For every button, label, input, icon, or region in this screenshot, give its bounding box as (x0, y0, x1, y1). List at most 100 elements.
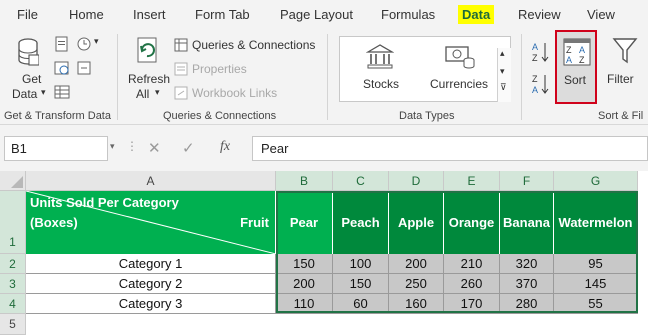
name-box[interactable]: B1 (4, 136, 108, 161)
fruit-header-peach[interactable]: Peach (333, 191, 389, 254)
menu-form-tab[interactable]: Form Tab (195, 7, 250, 22)
value-cell[interactable]: 200 (389, 254, 444, 274)
chevron-down-icon[interactable]: ▾ (500, 66, 505, 77)
chevron-down-icon: ▾ (155, 87, 160, 97)
cell-a1[interactable]: Units Sold Per Category (Boxes) Fruit (26, 191, 276, 254)
chevron-down-icon: ▾ (94, 36, 99, 46)
column-header-a[interactable]: A (26, 171, 276, 191)
cancel-icon[interactable]: ✕ (148, 139, 161, 157)
chevron-up-icon[interactable]: ▴ (500, 48, 505, 59)
row-header-2[interactable]: 2 (0, 254, 26, 274)
value-cell[interactable]: 200 (276, 274, 333, 294)
sort-descending-icon: Z A (532, 74, 549, 95)
fruit-header-watermelon[interactable]: Watermelon (554, 191, 638, 254)
sort-ascending-button[interactable]: A Z (531, 40, 551, 64)
category-cell[interactable]: Category 2 (26, 274, 276, 294)
formula-input[interactable]: Pear (252, 136, 648, 161)
value-cell[interactable]: 210 (444, 254, 500, 274)
value-cell[interactable]: 110 (276, 294, 333, 314)
fruit-header-apple[interactable]: Apple (389, 191, 444, 254)
get-data-button[interactable]: Get Data ▾ (8, 34, 48, 104)
value-cell[interactable]: 170 (444, 294, 500, 314)
value-cell[interactable]: 160 (389, 294, 444, 314)
value-cell[interactable]: 250 (389, 274, 444, 294)
column-header-e[interactable]: E (444, 171, 500, 191)
menu-formulas[interactable]: Formulas (381, 7, 435, 22)
value-cell[interactable]: 370 (500, 274, 554, 294)
value-cell[interactable]: 95 (554, 254, 638, 274)
workbook-links-icon (174, 86, 188, 100)
menu-view[interactable]: View (587, 7, 615, 22)
sort-ascending-icon: A Z (532, 42, 549, 63)
queries-connections-icon (174, 38, 188, 52)
menu-home[interactable]: Home (69, 7, 104, 22)
value-cell[interactable]: 150 (276, 254, 333, 274)
fruit-header-orange[interactable]: Orange (444, 191, 500, 254)
enter-icon[interactable]: ✓ (182, 139, 195, 157)
select-all-corner[interactable] (0, 171, 26, 191)
stocks-button[interactable]: Stocks (346, 39, 416, 101)
more-icon[interactable]: ⊽ (500, 82, 507, 93)
sort-filter-group-label: Sort & Fil (598, 110, 644, 122)
column-header-b[interactable]: B (276, 171, 333, 191)
queries-connections-button[interactable]: Queries & Connections (174, 37, 324, 55)
gallery-scroll[interactable]: ▴ ▾ ⊽ (497, 48, 511, 102)
select-all-icon (11, 176, 23, 188)
refresh-all-button[interactable]: Refresh All ▾ (124, 34, 170, 104)
value-cell[interactable]: 145 (554, 274, 638, 294)
menu-page-layout[interactable]: Page Layout (280, 7, 353, 22)
group-separator (521, 34, 522, 120)
workbook-links-button[interactable]: Workbook Links (174, 85, 294, 103)
group-separator (117, 34, 118, 120)
text-csv-icon[interactable] (54, 36, 70, 52)
value-cell[interactable]: 320 (500, 254, 554, 274)
svg-text:A: A (532, 85, 538, 95)
menu-data[interactable]: Data (458, 5, 495, 24)
formula-buttons: ✕ ✓ fx (138, 136, 244, 161)
menu-file[interactable]: File (17, 7, 38, 22)
column-header-f[interactable]: F (500, 171, 554, 191)
currencies-icon (445, 46, 475, 69)
currencies-button[interactable]: Currencies (424, 39, 504, 101)
menu-insert[interactable]: Insert (133, 7, 166, 22)
sort-descending-button[interactable]: Z A (531, 72, 551, 96)
menu-review[interactable]: Review (518, 7, 561, 22)
sort-button[interactable]: Z A A Z Sort (555, 30, 597, 104)
column-header-d[interactable]: D (389, 171, 444, 191)
stocks-label: Stocks (363, 77, 400, 91)
category-cell[interactable]: Category 3 (26, 294, 276, 314)
existing-connections-icon[interactable] (76, 60, 92, 76)
column-header-g[interactable]: G (554, 171, 638, 191)
row-header-3[interactable]: 3 (0, 274, 26, 294)
svg-text:A: A (532, 42, 538, 52)
value-cell[interactable]: 55 (554, 294, 638, 314)
row-header-1[interactable]: 1 (0, 191, 26, 254)
filter-button[interactable]: Filter (606, 34, 648, 104)
sort-label: Sort (564, 73, 587, 87)
value-cell[interactable]: 150 (333, 274, 389, 294)
svg-text:Z: Z (532, 74, 538, 84)
column-header-c[interactable]: C (333, 171, 389, 191)
row-header-5[interactable]: 5 (0, 314, 26, 335)
get-data-label-1: Get (22, 72, 42, 86)
header-fruit-label: Fruit (240, 215, 269, 230)
value-cell[interactable]: 100 (333, 254, 389, 274)
row-header-4[interactable]: 4 (0, 294, 26, 314)
svg-text:A: A (579, 45, 585, 55)
properties-button[interactable]: Properties (174, 61, 274, 79)
table-range-icon[interactable] (54, 84, 70, 100)
refresh-label-2: All (136, 87, 150, 101)
fruit-header-pear[interactable]: Pear (276, 191, 333, 254)
value-cell[interactable]: 260 (444, 274, 500, 294)
formula-bar: B1 ▾ ⋮ ✕ ✓ fx Pear (0, 125, 648, 171)
value-cell[interactable]: 280 (500, 294, 554, 314)
insert-function-icon[interactable]: fx (220, 139, 230, 155)
svg-text:Z: Z (532, 53, 538, 63)
recent-sources-icon[interactable] (76, 36, 92, 52)
filter-label: Filter (607, 72, 634, 86)
chevron-down-icon[interactable]: ▾ (110, 141, 115, 152)
value-cell[interactable]: 60 (333, 294, 389, 314)
web-icon[interactable] (54, 60, 70, 76)
fruit-header-banana[interactable]: Banana (500, 191, 554, 254)
category-cell[interactable]: Category 1 (26, 254, 276, 274)
